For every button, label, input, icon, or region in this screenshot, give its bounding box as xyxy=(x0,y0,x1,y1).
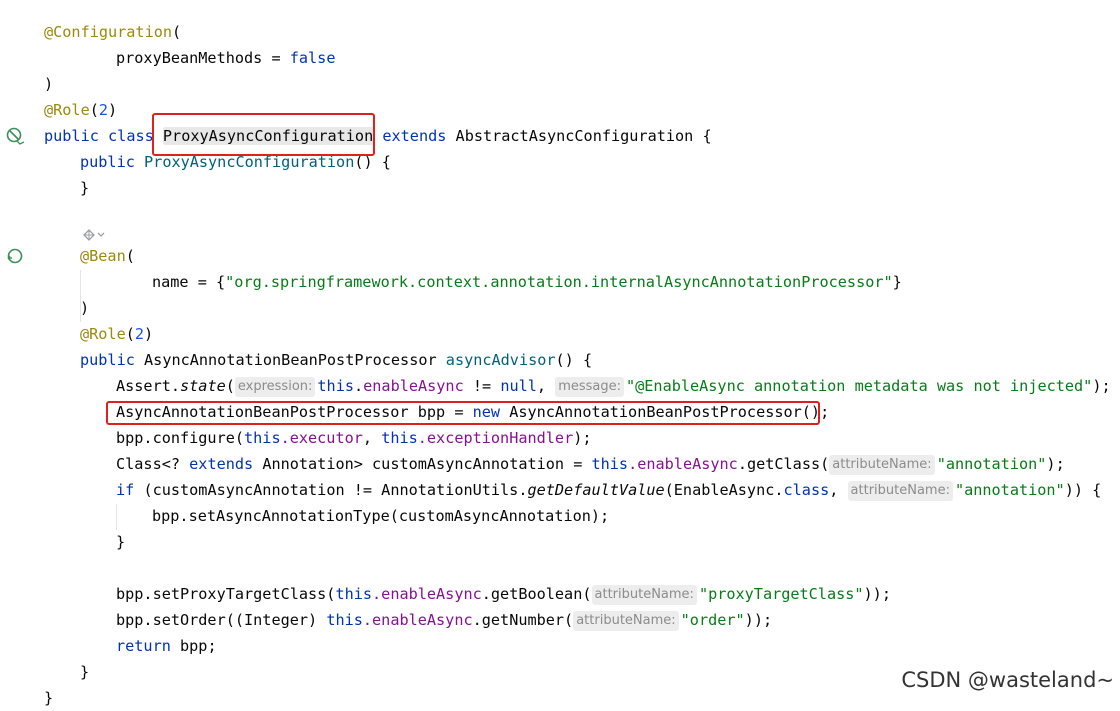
code-line-12: @Role(2) xyxy=(80,325,154,343)
indent-guide xyxy=(116,504,117,530)
parameter-hint: expression: xyxy=(234,377,316,397)
code-line-4: @Role(2) xyxy=(44,101,118,119)
code-line-10: name = {"org.springframework.context.ann… xyxy=(152,273,902,291)
code-line-5: public class ProxyAsyncConfiguration ext… xyxy=(44,127,712,145)
parameter-hint: attributeName: xyxy=(829,455,935,475)
code-line-18: if (customAsyncAnnotation != AnnotationU… xyxy=(116,481,1102,501)
code-line-2: proxyBeanMethods = false xyxy=(116,49,336,67)
code-line-16: bpp.configure(this.executor, this.except… xyxy=(116,429,592,447)
parameter-hint: attributeName: xyxy=(847,481,953,501)
code-line-25: } xyxy=(80,663,90,681)
code-line-13: public AsyncAnnotationBeanPostProcessor … xyxy=(80,351,593,369)
code-line-22: bpp.setProxyTargetClass(this.enableAsync… xyxy=(116,585,891,605)
parameter-hint: attributeName: xyxy=(591,585,697,605)
code-line-9: @Bean( xyxy=(80,247,135,265)
code-line-7: } xyxy=(80,179,90,197)
code-line-26: } xyxy=(44,689,54,707)
parameter-hint: attributeName: xyxy=(573,611,679,631)
code-line-19: bpp.setAsyncAnnotationType(customAsyncAn… xyxy=(152,507,610,525)
code-line-24: return bpp; xyxy=(116,637,217,655)
watermark: CSDN @wasteland~ xyxy=(901,668,1114,692)
code-line-20: } xyxy=(116,533,126,551)
code-line-11: ) xyxy=(80,299,90,317)
code-line-17: Class<? extends Annotation> customAsyncA… xyxy=(116,455,1065,475)
code-line-1: @Configuration( xyxy=(44,23,182,41)
ai-assistant-icon[interactable] xyxy=(82,227,112,243)
code-editor[interactable]: @Configuration( proxyBeanMethods = false… xyxy=(0,0,1120,707)
parameter-hint: message: xyxy=(555,377,624,397)
highlight-box-class-name xyxy=(152,113,375,156)
highlight-box-new-processor xyxy=(106,401,820,425)
code-line-23: bpp.setOrder((Integer) this.enableAsync.… xyxy=(116,611,773,631)
code-line-14: Assert.state(expression: this.enableAsync… xyxy=(116,377,1111,397)
code-line-3: ) xyxy=(44,75,54,93)
